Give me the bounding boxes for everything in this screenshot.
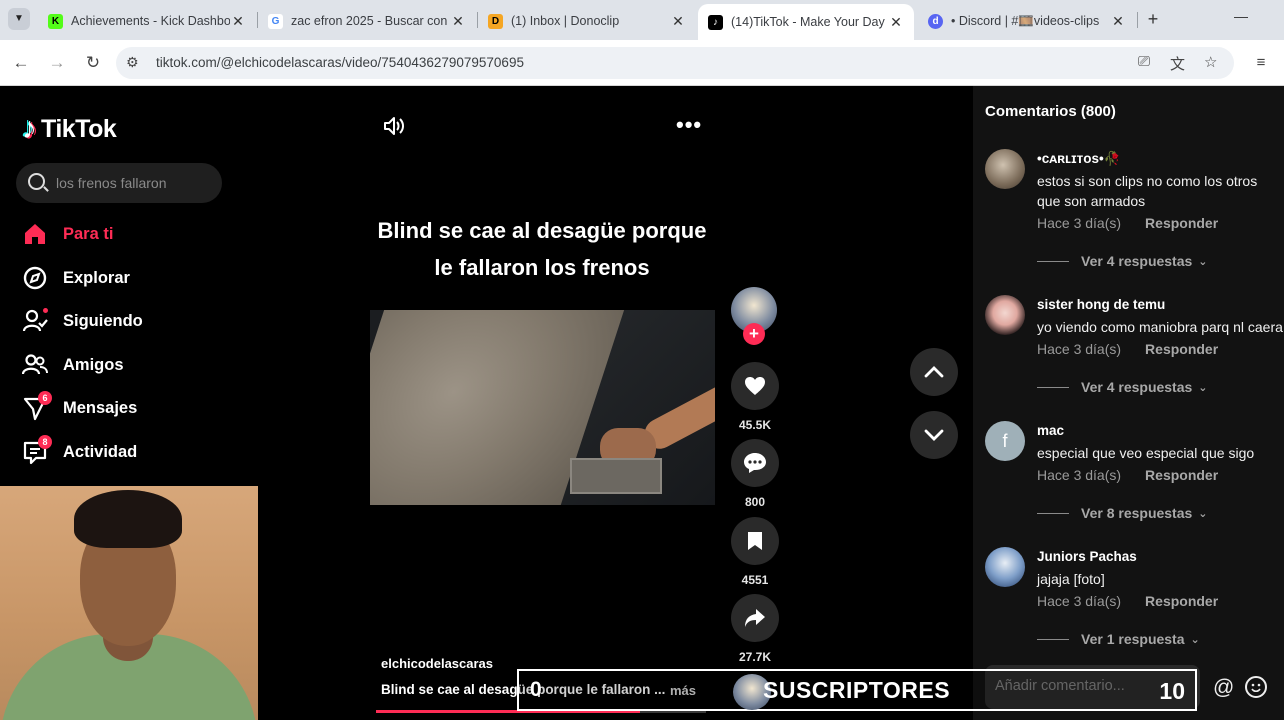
tab-tiktok[interactable]: ♪ (14)TikTok - Make Your Day ✕ [698, 4, 914, 40]
tiktok-icon: ♪ [708, 14, 723, 30]
tab-donoclip[interactable]: D (1) Inbox | Donoclip ✕ [478, 4, 696, 38]
forward-icon[interactable]: → [46, 52, 68, 74]
omnibox[interactable]: ⚙ tiktok.com/@elchicodelascaras/video/75… [116, 47, 1234, 79]
tab-discord[interactable]: d • Discord | #🎞️videos-clips ✕ [918, 4, 1136, 38]
video-caption-overlay: Blind se cae al desagüe porque le fallar… [377, 218, 707, 280]
messages-badge: 6 [38, 391, 52, 405]
tiktok-note-icon: ♪ [22, 112, 37, 145]
view-replies-button[interactable]: Ver 4 respuestas ⌄ [1037, 379, 1208, 395]
new-tab-button[interactable]: + [1142, 8, 1164, 30]
video-username[interactable]: elchicodelascaras [381, 656, 493, 671]
more-options-icon[interactable]: ••• [676, 112, 702, 138]
next-video-button[interactable] [910, 411, 958, 459]
mention-icon[interactable]: @ [1213, 676, 1234, 700]
avatar[interactable] [985, 295, 1025, 335]
sidebar-item-para-ti[interactable]: Para ti [22, 220, 113, 248]
sidebar-item-explorar[interactable]: Explorar [22, 264, 130, 292]
minimize-button[interactable]: — [1234, 8, 1248, 24]
heart-icon [731, 362, 779, 410]
url-text[interactable]: tiktok.com/@elchicodelascaras/video/7540… [156, 55, 524, 70]
browser-tab-bar: ▼ K Achievements - Kick Dashboard ✕ G za… [0, 0, 1284, 40]
activity-badge: 8 [38, 435, 52, 449]
avatar[interactable] [985, 149, 1025, 189]
close-tab-icon[interactable]: ✕ [230, 13, 246, 30]
messages-icon: 6 [22, 391, 52, 421]
sidebar-item-siguiendo[interactable]: Siguiendo [22, 307, 143, 335]
previous-video-button[interactable] [910, 348, 958, 396]
video-player[interactable] [370, 310, 715, 505]
avatar[interactable] [985, 547, 1025, 587]
friends-icon [21, 352, 48, 378]
share-arrow-icon [731, 594, 779, 642]
close-tab-icon[interactable]: ✕ [1110, 13, 1126, 30]
subscriber-goal-title: SUSCRIPTORES [763, 677, 951, 703]
sidebar-item-actividad[interactable]: 8 Actividad [22, 435, 137, 466]
close-tab-icon[interactable]: ✕ [450, 13, 466, 30]
subscriber-goal-overlay: 0 SUSCRIPTORES 10 [517, 669, 1197, 711]
compass-icon [22, 265, 48, 291]
chevron-down-icon: ⌄ [1198, 255, 1208, 268]
discord-icon: d [928, 13, 943, 29]
bookmark-icon [731, 517, 779, 565]
reply-button[interactable]: Responder [1145, 593, 1218, 609]
chevron-up-icon [924, 366, 944, 378]
follow-plus-button[interactable]: + [743, 323, 765, 345]
chevron-down-icon: ⌄ [1198, 381, 1208, 394]
reply-button[interactable]: Responder [1145, 341, 1218, 357]
view-replies-button[interactable]: Ver 4 respuestas ⌄ [1037, 253, 1208, 269]
comment-button[interactable]: 800 [731, 439, 779, 509]
reading-list-icon[interactable]: ≡ [1250, 52, 1272, 74]
chevron-down-icon [924, 429, 944, 441]
translate-icon[interactable]: 文 [1170, 53, 1185, 74]
comments-header: Comentarios (800) [985, 103, 1116, 120]
search-icon [28, 173, 45, 190]
activity-icon: 8 [22, 435, 52, 465]
bookmark-star-icon[interactable]: ☆ [1204, 53, 1217, 71]
view-replies-button[interactable]: Ver 8 respuestas ⌄ [1037, 505, 1208, 521]
google-icon: G [268, 13, 283, 29]
close-tab-icon[interactable]: ✕ [670, 13, 686, 30]
avatar[interactable]: f [985, 421, 1025, 461]
subscriber-goal-count: 10 [1159, 678, 1185, 704]
site-info-icon[interactable]: ⚙ [126, 54, 139, 71]
tiktok-sidebar: ♪ TikTok los frenos fallaron Para ti Exp… [0, 86, 258, 486]
following-icon [22, 308, 48, 334]
volume-icon[interactable] [383, 115, 405, 137]
install-app-icon[interactable]: ⎚ [1138, 53, 1150, 70]
reply-button[interactable]: Responder [1145, 215, 1218, 231]
save-button[interactable]: 4551 [731, 517, 779, 587]
sidebar-item-amigos[interactable]: Amigos [21, 351, 124, 379]
chevron-down-icon: ⌄ [1190, 633, 1200, 646]
tiktok-logo[interactable]: ♪ TikTok [22, 112, 117, 146]
reload-icon[interactable]: ↻ [82, 52, 104, 74]
address-bar-row: ← → ↻ ⚙ tiktok.com/@elchicodelascaras/vi… [0, 40, 1284, 86]
search-input[interactable]: los frenos fallaron [16, 163, 222, 203]
comment-bubble-icon [731, 439, 779, 487]
kick-icon: K [48, 13, 63, 29]
view-replies-button[interactable]: Ver 1 respuesta ⌄ [1037, 631, 1200, 647]
home-icon [22, 221, 48, 247]
tab-search-button[interactable]: ▼ [8, 8, 30, 30]
tab-google[interactable]: G zac efron 2025 - Buscar con Google ✕ [258, 4, 476, 38]
webcam-overlay [0, 486, 258, 720]
reply-button[interactable]: Responder [1145, 467, 1218, 483]
tab-kick[interactable]: K Achievements - Kick Dashboard ✕ [38, 4, 256, 38]
close-tab-icon[interactable]: ✕ [888, 14, 904, 31]
back-icon[interactable]: ← [10, 52, 32, 74]
comments-panel: Comentarios (800) •ᴄᴀʀʟɪᴛᴏs•🥀 estos si s… [973, 86, 1284, 720]
emoji-icon[interactable] [1245, 676, 1267, 698]
like-button[interactable]: 45.5K [731, 362, 779, 432]
share-button[interactable]: 27.7K [731, 594, 779, 664]
donoclip-icon: D [488, 13, 503, 29]
chevron-down-icon: ⌄ [1198, 507, 1208, 520]
subscriber-start-count: 0 [530, 678, 542, 701]
sidebar-item-mensajes[interactable]: 6 Mensajes [22, 391, 137, 422]
